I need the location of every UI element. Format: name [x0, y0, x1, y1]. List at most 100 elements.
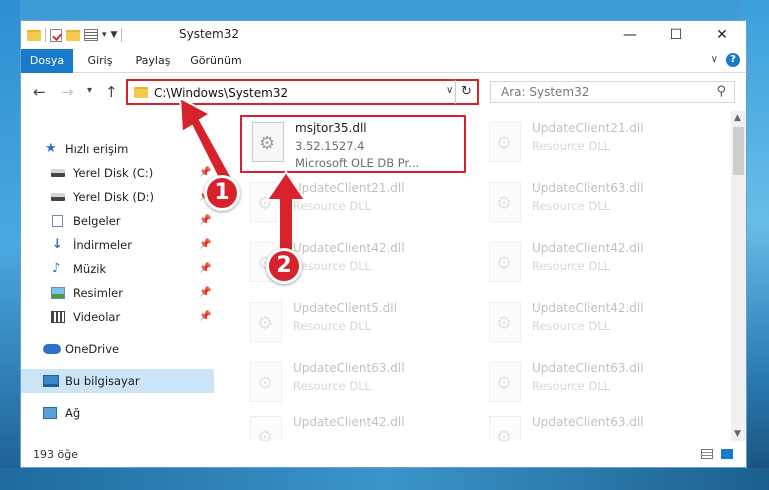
refresh-button[interactable]: ↻	[455, 79, 479, 105]
music-icon: ♪	[52, 261, 61, 276]
dll-file-icon	[489, 182, 521, 222]
sidebar-item-disk-d[interactable]: Yerel Disk (D:) 📌	[21, 185, 214, 209]
disk-icon	[51, 193, 65, 201]
dll-file-icon	[489, 122, 521, 162]
explorer-window: ▾ ▼ System32 — ☐ ✕ Dosya Giriş Paylaş Gö…	[20, 20, 747, 468]
sidebar-item-onedrive[interactable]: OneDrive	[21, 337, 214, 361]
disk-icon	[51, 169, 65, 177]
scroll-up-icon[interactable]: ▲	[734, 113, 741, 123]
file-item[interactable]: UpdateClient5.dll Resource DLL	[240, 297, 460, 351]
file-description: Resource DLL	[293, 379, 372, 393]
tab-file[interactable]: Dosya	[21, 49, 73, 73]
expand-ribbon-icon[interactable]: ∨	[711, 54, 718, 65]
forward-icon[interactable]: →	[61, 83, 74, 101]
close-button[interactable]: ✕	[699, 21, 745, 49]
new-folder-icon[interactable]	[66, 29, 80, 41]
pin-icon[interactable]: 📌	[199, 263, 211, 274]
search-input[interactable]: Ara: System32 ⚲	[490, 81, 735, 103]
recent-locations-icon[interactable]: ▾	[87, 85, 92, 96]
search-icon[interactable]: ⚲	[716, 84, 726, 99]
navigation-bar: ← → ▾ ↑ C:\Windows\System32 ∨ ↻ Ara: Sys…	[21, 73, 746, 111]
file-description: Resource DLL	[293, 259, 372, 273]
file-item[interactable]: UpdateClient21.dll Resource DLL	[479, 117, 699, 171]
file-item[interactable]: UpdateClient63.dll	[479, 411, 699, 441]
maximize-button[interactable]: ☐	[653, 21, 699, 49]
folder-icon[interactable]	[27, 29, 41, 41]
sidebar-item-disk-c[interactable]: Yerel Disk (C:) 📌	[21, 161, 214, 185]
properties-icon[interactable]	[84, 29, 98, 41]
title-bar: ▾ ▼ System32 — ☐ ✕	[21, 21, 746, 49]
pin-icon[interactable]: 📌	[199, 215, 211, 226]
tab-home[interactable]: Giriş	[79, 49, 121, 73]
dll-file-icon	[489, 242, 521, 282]
pin-icon[interactable]: 📌	[199, 287, 211, 298]
file-name: UpdateClient42.dll	[293, 241, 405, 255]
file-name: UpdateClient5.dll	[293, 301, 397, 315]
dll-file-icon	[489, 302, 521, 342]
details-view-icon[interactable]	[701, 449, 713, 459]
back-icon[interactable]: ←	[33, 83, 46, 101]
up-icon[interactable]: ↑	[105, 83, 118, 101]
minimize-button[interactable]: —	[607, 21, 653, 49]
scroll-thumb[interactable]	[733, 127, 744, 175]
dll-file-icon	[250, 182, 282, 222]
properties-check-icon[interactable]	[50, 28, 62, 42]
sidebar-item-music[interactable]: ♪ Müzik 📌	[21, 257, 214, 281]
tab-share[interactable]: Paylaş	[127, 49, 179, 73]
quick-access-toolbar: ▾ ▼	[27, 27, 123, 43]
address-path[interactable]: C:\Windows\System32	[154, 86, 288, 100]
file-description: Resource DLL	[532, 139, 611, 153]
file-item[interactable]: UpdateClient42.dll Resource DLL	[479, 237, 699, 291]
dll-file-icon	[489, 362, 521, 402]
sidebar-item-label: Yerel Disk (D:)	[73, 190, 155, 204]
file-description: Resource DLL	[293, 319, 372, 333]
file-name: UpdateClient42.dll	[532, 241, 644, 255]
file-item[interactable]: UpdateClient42.dll Resource DLL	[479, 297, 699, 351]
sidebar-item-label: Ağ	[65, 406, 81, 420]
file-item[interactable]: UpdateClient63.dll Resource DLL	[240, 357, 460, 411]
sidebar-item-videos[interactable]: Videolar 📌	[21, 305, 214, 329]
customize-toolbar-icon[interactable]: ▼	[111, 30, 118, 40]
file-item[interactable]: UpdateClient21.dll Resource DLL	[240, 177, 460, 231]
file-item[interactable]: UpdateClient42.dll	[240, 411, 460, 441]
annotation-badge-2: 2	[266, 248, 302, 284]
file-name: UpdateClient63.dll	[532, 361, 644, 375]
tiles-view-icon[interactable]	[721, 449, 733, 459]
help-icon[interactable]: ?	[726, 53, 740, 67]
sidebar-item-this-pc[interactable]: Bu bilgisayar	[21, 369, 214, 393]
file-item[interactable]: UpdateClient63.dll Resource DLL	[479, 357, 699, 411]
sidebar-item-label: Bu bilgisayar	[65, 374, 140, 388]
network-icon	[43, 407, 57, 419]
chevron-down-icon[interactable]: ▾	[102, 30, 107, 40]
address-bar[interactable]: C:\Windows\System32 ∨	[126, 79, 478, 105]
sidebar-item-downloads[interactable]: ↓ İndirmeler 📌	[21, 233, 214, 257]
window-title: System32	[179, 27, 240, 41]
scroll-down-icon[interactable]: ▼	[734, 429, 741, 439]
file-name: UpdateClient42.dll	[293, 415, 405, 429]
sidebar-item-documents[interactable]: Belgeler 📌	[21, 209, 214, 233]
sidebar-item-pictures[interactable]: Resimler 📌	[21, 281, 214, 305]
file-item-msjtor35[interactable]: msjtor35.dll 3.52.1527.4 Microsoft OLE D…	[240, 115, 466, 173]
sidebar-item-label: OneDrive	[65, 342, 120, 356]
pin-icon[interactable]: 📌	[199, 239, 211, 250]
file-name: UpdateClient42.dll	[532, 301, 644, 315]
computer-icon	[43, 375, 59, 387]
vertical-scrollbar[interactable]: ▲ ▼	[731, 111, 746, 441]
pin-icon[interactable]: 📌	[199, 311, 211, 322]
toolbar-divider	[121, 28, 123, 42]
dll-file-icon	[250, 416, 282, 441]
pin-icon[interactable]: 📌	[199, 167, 211, 178]
file-name: msjtor35.dll	[295, 121, 367, 135]
chevron-down-icon[interactable]: ∨	[446, 85, 453, 96]
file-name: UpdateClient21.dll	[532, 121, 644, 135]
dll-file-icon	[252, 122, 284, 162]
desktop-background-bottom	[0, 468, 769, 490]
toolbar-divider	[45, 28, 46, 42]
file-item[interactable]: UpdateClient63.dll Resource DLL	[479, 177, 699, 231]
file-description: Resource DLL	[532, 379, 611, 393]
annotation-badge-1: 1	[204, 175, 240, 211]
file-name: UpdateClient21.dll	[293, 181, 405, 195]
sidebar-item-quick-access[interactable]: ★ Hızlı erişim	[21, 137, 214, 161]
tab-view[interactable]: Görünüm	[185, 49, 247, 73]
sidebar-item-network[interactable]: Ağ	[21, 401, 214, 425]
